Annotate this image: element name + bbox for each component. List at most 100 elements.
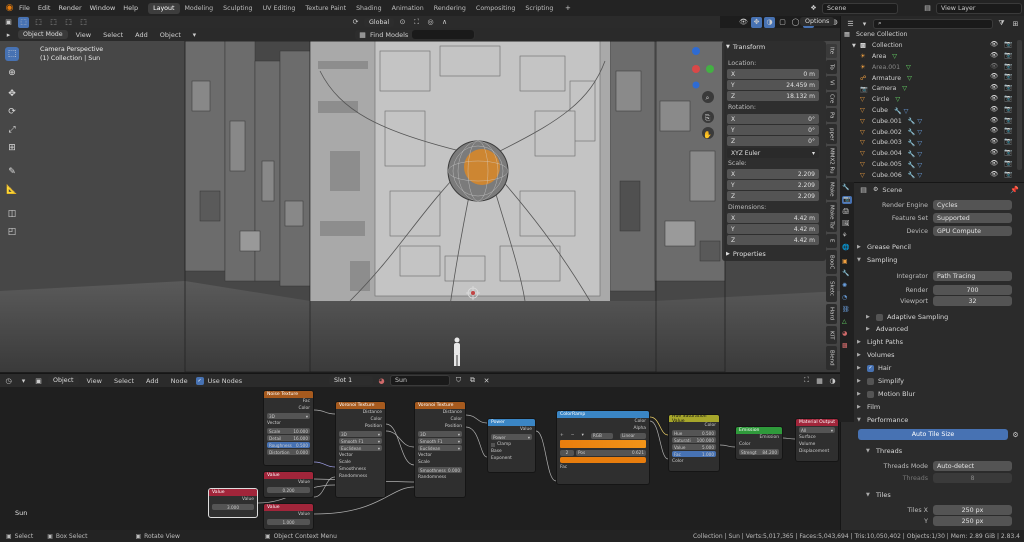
scene-selector[interactable]: ❖ Scene [808,2,898,14]
outliner-item[interactable]: ☍ Armature ▽ [860,73,980,84]
checkbox-motion-blur[interactable] [867,390,874,398]
eye-visibility-icon[interactable]: 👁 [990,105,998,113]
scale-y-field[interactable]: Y 2.209 [727,180,819,190]
voronoi-1-dim-dropdown[interactable]: 3D ▾ [339,431,382,437]
add-stop-icon[interactable]: + [560,433,564,438]
render-properties-icon[interactable]: 📷 [842,196,852,204]
render-visibility-icon[interactable]: 📷 [1004,51,1012,59]
chevron-down-icon[interactable]: ▾ [582,433,584,438]
location-x-field[interactable]: X 0 m [727,69,819,79]
select-mode-icon-3[interactable]: ⬚ [63,17,74,28]
node-hue-saturation-value[interactable]: Hue Saturation Value Color Hue 0.500 Satu… [668,414,720,472]
render-visibility-icon[interactable]: 📷 [1004,126,1012,134]
object-data-icon[interactable]: ▽ [895,96,900,103]
viewport-3d[interactable]: Camera Perspective (1) Collection | Sun … [0,41,840,372]
noise-distortion-field[interactable]: Distortion 0.000 [267,449,310,455]
eye-visibility-icon[interactable]: 👁 [990,40,998,48]
ramp-stop-index[interactable]: 2 [560,449,574,456]
tab-compositing[interactable]: Compositing [471,3,520,14]
voronoi-1-metric-dropdown[interactable]: Euclidean ▾ [339,445,382,451]
section-performance[interactable]: ▼ Performance [857,414,1016,426]
section-grease-pencil[interactable]: ▶ Grease Pencil [857,241,1016,253]
object-data-icon[interactable]: ▽ [902,85,907,92]
outliner-item[interactable]: ▽ Cube.004 🔧 ▽ [860,148,980,159]
side-tab-tool[interactable]: To [826,60,837,74]
value-field[interactable]: Value 5.000 [672,444,716,450]
move-tool-icon[interactable]: ✥ [5,87,19,101]
node-menu-view[interactable]: View [83,377,106,385]
checkbox-adaptive[interactable] [876,313,883,321]
node-power[interactable]: Power Value Power ▾ Clamp Base Exponent [487,418,536,473]
voronoi-1-feature-dropdown[interactable]: Smooth F1 ▾ [339,438,382,444]
side-tab-booc[interactable]: BooC [826,250,837,274]
render-visibility-icon[interactable]: 📷 [1004,40,1012,48]
scale-tool-icon[interactable]: ⤢ [5,123,19,137]
options-button[interactable]: Options [800,17,835,26]
saturation-field[interactable]: Saturati 100.000 [672,437,716,443]
eye-visibility-icon[interactable]: 👁 [990,116,998,124]
voronoi-2-dim-dropdown[interactable]: 3D ▾ [418,431,462,437]
checkbox-hair-checked[interactable]: ✓ [867,364,874,372]
mode-dropdown[interactable]: Object Mode [18,30,68,39]
tab-sculpting[interactable]: Sculpting [218,3,257,14]
object-data-icon[interactable]: 🔧 ▽ [908,128,922,136]
side-tab-sketch[interactable]: Sketc [826,276,837,302]
voronoi-2-smoothness-field[interactable]: Smoothness 0.000 [418,467,462,473]
visibility-icon[interactable]: 👁 [738,17,749,28]
properties-panel-header[interactable]: ▶ Properties [726,250,766,258]
object-data-icon[interactable]: ▽ [892,53,897,60]
world-properties-icon[interactable]: 🌐 [842,244,852,252]
pin-icon[interactable]: 📌 [1009,184,1020,195]
auto-tile-size-button[interactable]: Auto Tile Size [858,429,1008,440]
outliner-search-input[interactable]: ⌕ [873,18,993,29]
outliner-item[interactable]: ▽ Cube.003 🔧 ▽ [860,137,980,148]
eye-visibility-icon[interactable]: 👁 [990,51,998,59]
scene-properties-icon[interactable]: ⚘ [842,232,852,240]
outliner-item[interactable]: ☀ Area ▽ [860,51,980,62]
eye-visibility-icon[interactable]: 👁 [990,94,998,102]
rotate-tool-icon[interactable]: ⟳ [5,105,19,119]
side-tab-item[interactable]: Ite [826,44,837,58]
tool-properties-icon[interactable]: 🔧 [842,184,852,192]
noise-scale-field[interactable]: Scale 10.000 [267,428,310,434]
voronoi-2-feature-dropdown[interactable]: Smooth F1 ▾ [418,438,462,444]
render-visibility-icon[interactable]: 📷 [1004,159,1012,167]
section-adaptive-sampling[interactable]: ▶ Adaptive Sampling [866,311,1024,323]
transform-panel-header[interactable]: ▼ Transform [726,43,765,51]
scale-x-field[interactable]: X 2.209 [727,169,819,179]
side-tab-view[interactable]: Vi [826,76,837,90]
ramp-gradient-bar[interactable] [560,440,646,448]
section-hair[interactable]: ▶ ✓ Hair [857,362,1016,374]
fac-field[interactable]: Fac 1.000 [672,451,716,457]
output-target-dropdown[interactable]: All ▾ [799,427,835,433]
render-visibility-icon[interactable]: 📷 [1004,105,1012,113]
duplicate-material-icon[interactable]: ⧉ [467,375,478,386]
noise-roughness-field[interactable]: Roughness 0.500 [267,442,310,448]
add-workspace-icon[interactable]: + [562,3,573,14]
outliner-display-icon[interactable]: ▾ [859,18,870,29]
section-simplify[interactable]: ▶ Simplify [857,375,1016,387]
tab-rendering[interactable]: Rendering [429,3,471,14]
xray-icon[interactable]: ▢ [777,17,788,28]
object-data-icon[interactable]: 🔧 ▽ [908,161,922,169]
value-2-field[interactable]: 3.000 [212,504,254,510]
object-data-icon[interactable]: 🔧 ▽ [908,150,922,158]
fake-user-icon[interactable]: ⛉ [453,375,464,386]
proportional-falloff-icon[interactable]: ∧ [439,17,450,28]
outliner-scrollbar[interactable] [1017,40,1022,170]
overlays-icon[interactable]: ◑ [764,16,775,28]
tiles-y-field[interactable]: 250 px [933,516,1012,526]
data-properties-icon[interactable]: △ [842,318,852,326]
section-advanced[interactable]: ▶ Advanced [866,323,1024,335]
node-material-output[interactable]: Material Output All ▾ Surface Volume Disp… [795,418,839,462]
outliner-scene-collection[interactable]: ▦ Scene Collection [844,29,1011,40]
eye-visibility-icon[interactable]: 👁 [990,137,998,145]
side-tab-hard[interactable]: Hard [826,304,837,324]
node-editor-canvas[interactable]: Sun Noise Texture Fac Color 3D ▾ Vector S… [0,387,840,530]
menu-file[interactable]: File [15,4,34,12]
side-tab-create[interactable]: Cre [826,92,837,106]
viewport-menu-select[interactable]: Select [99,31,127,39]
gizmo-icon[interactable]: ✥ [751,16,762,28]
clamp-checkbox[interactable] [491,442,495,447]
texture-properties-icon[interactable]: ▩ [842,342,852,350]
